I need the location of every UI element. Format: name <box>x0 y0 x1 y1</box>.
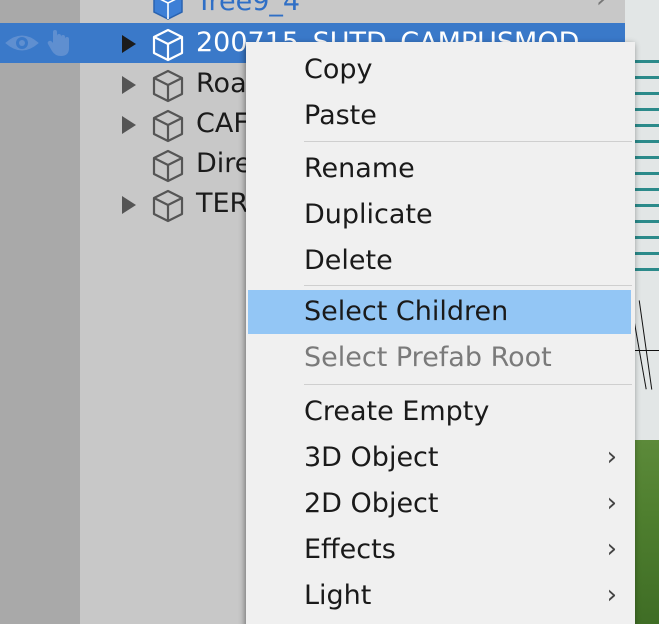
chevron-right-icon: › <box>606 442 617 472</box>
context-menu: Copy Paste Rename Duplicate Delete Selec… <box>246 42 635 624</box>
menu-item-label: Duplicate <box>304 199 433 230</box>
hierarchy-row-label: CAF <box>196 108 249 139</box>
menu-item-duplicate[interactable]: Duplicate <box>248 193 631 237</box>
menu-item-label: Select Children <box>304 296 509 327</box>
menu-item-label: 3D Object <box>304 442 439 473</box>
eye-icon[interactable] <box>4 31 40 55</box>
cube-icon <box>152 28 184 62</box>
menu-item-delete[interactable]: Delete <box>248 239 631 283</box>
menu-item-label: Paste <box>304 100 377 131</box>
hand-icon[interactable] <box>44 27 76 59</box>
chevron-right-icon[interactable]: › <box>596 0 606 14</box>
menu-item-light[interactable]: Light › <box>248 574 631 618</box>
chevron-right-icon: › <box>606 488 617 518</box>
menu-separator <box>304 285 632 286</box>
menu-separator <box>304 141 632 142</box>
menu-item-create-empty[interactable]: Create Empty <box>248 390 631 434</box>
hierarchy-row-label: TER <box>196 188 249 219</box>
menu-item-effects[interactable]: Effects › <box>248 528 631 572</box>
triangle-right-icon[interactable] <box>122 116 136 134</box>
menu-item-2d-object[interactable]: 2D Object › <box>248 482 631 526</box>
menu-item-label: Rename <box>304 153 415 184</box>
triangle-right-icon[interactable] <box>122 196 136 214</box>
cube-icon <box>152 69 184 103</box>
chevron-right-icon: › <box>606 534 617 564</box>
hierarchy-row-label: Tree9_4 <box>196 0 301 17</box>
menu-item-label: Create Empty <box>304 396 490 427</box>
hierarchy-row-label: Roa <box>196 68 247 99</box>
menu-item-select-children[interactable]: Select Children <box>248 290 631 334</box>
menu-item-label: Light <box>304 580 372 611</box>
menu-separator <box>304 384 632 385</box>
menu-item-copy[interactable]: Copy <box>248 48 631 92</box>
menu-item-label: Select Prefab Root <box>304 342 552 373</box>
menu-item-3d-object[interactable]: 3D Object › <box>248 436 631 480</box>
menu-item-select-prefab-root: Select Prefab Root <box>248 336 631 380</box>
cube-icon <box>152 149 184 183</box>
cube-icon <box>152 109 184 143</box>
prefab-cube-icon <box>153 0 183 20</box>
menu-item-paste[interactable]: Paste <box>248 94 631 138</box>
unity-editor-window: Tree9_4 › 200715_SUTD_CAMPUSMOD Roa <box>0 0 659 624</box>
menu-item-rename[interactable]: Rename <box>248 147 631 191</box>
menu-item-label: 2D Object <box>304 488 439 519</box>
triangle-right-icon[interactable] <box>122 35 136 53</box>
chevron-right-icon: › <box>606 580 617 610</box>
cube-icon <box>152 189 184 223</box>
triangle-right-icon[interactable] <box>122 76 136 94</box>
menu-item-label: Copy <box>304 54 373 85</box>
hierarchy-row[interactable]: Tree9_4 › <box>0 0 625 22</box>
menu-item-label: Effects <box>304 534 396 565</box>
menu-item-label: Delete <box>304 245 393 276</box>
hierarchy-row-label: Dire <box>196 148 252 179</box>
